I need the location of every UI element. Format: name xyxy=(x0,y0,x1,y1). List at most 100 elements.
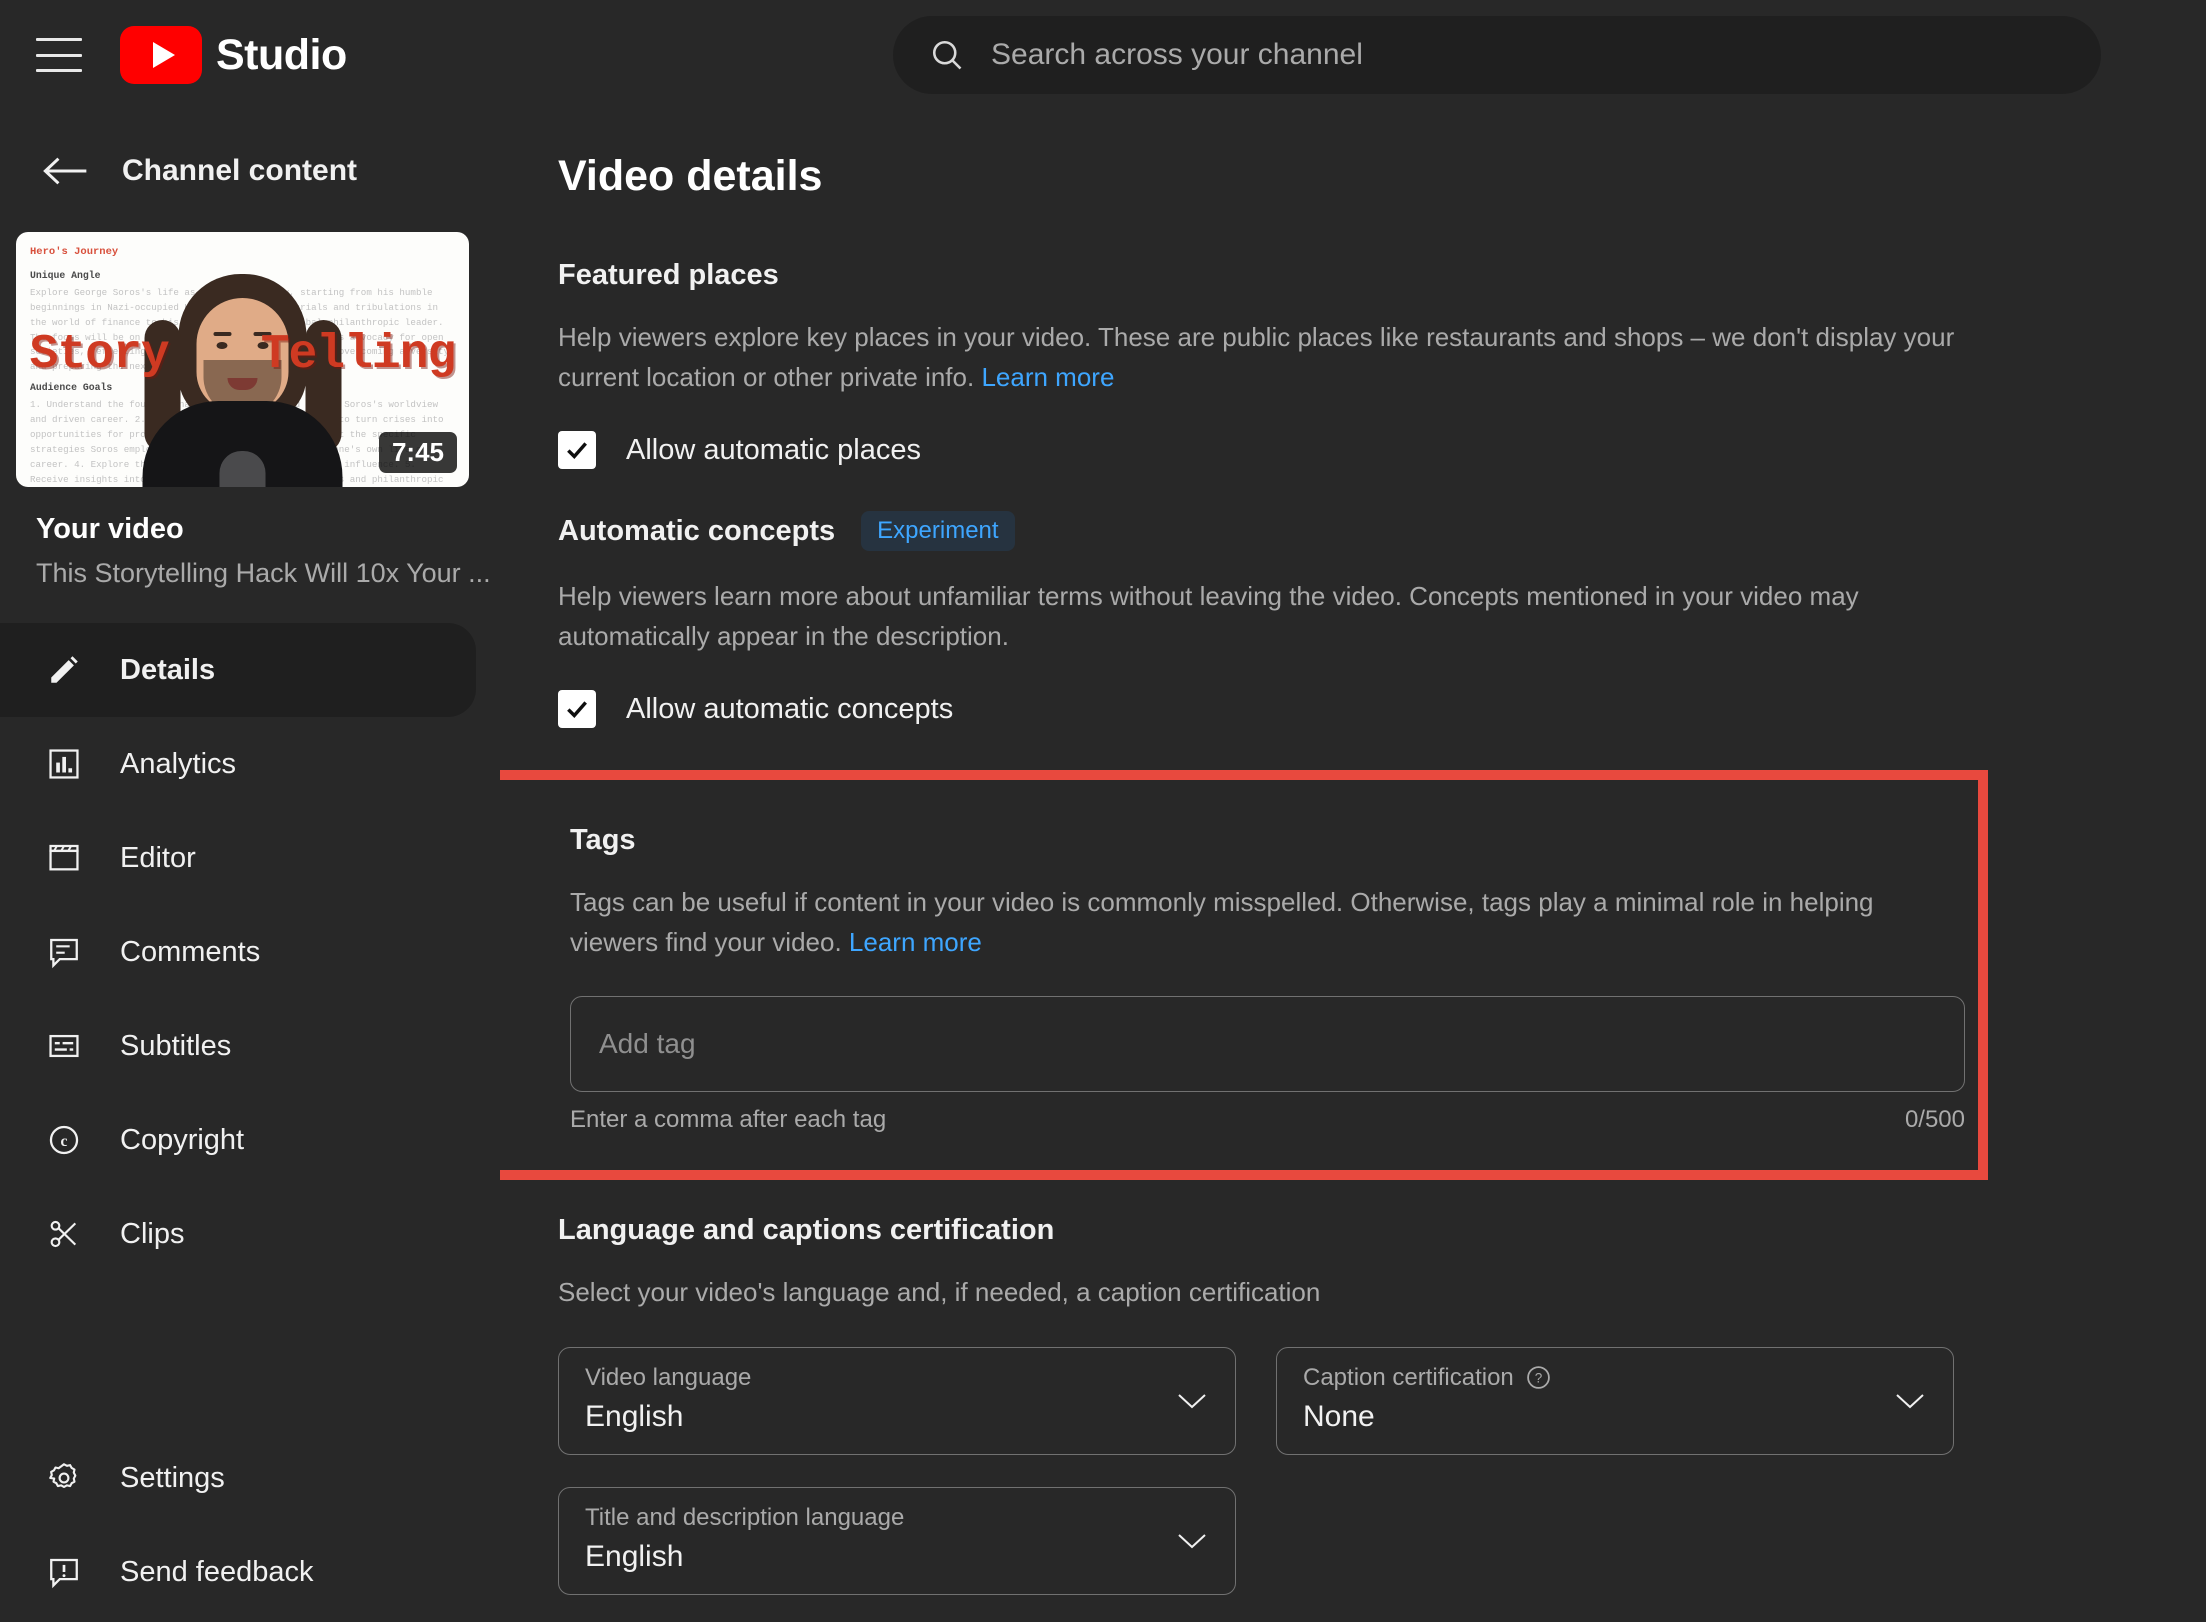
sidebar-item-details[interactable]: Details xyxy=(0,623,476,717)
search-icon xyxy=(932,40,962,70)
allow-automatic-places-checkbox-row[interactable]: Allow automatic places xyxy=(558,431,2146,470)
search-box[interactable]: Search across your channel xyxy=(893,16,2101,94)
copyright-icon: c xyxy=(42,1118,86,1162)
heading-text: Featured places xyxy=(558,259,779,291)
page-title: Video details xyxy=(558,152,823,200)
dropdown-value: English xyxy=(585,1539,684,1573)
sidebar-item-label: Copyright xyxy=(120,1123,245,1156)
featured-places-learn-more-link[interactable]: Learn more xyxy=(981,362,1114,392)
svg-text:c: c xyxy=(61,1133,68,1150)
video-meta: Your video This Storytelling Hack Will 1… xyxy=(0,487,500,589)
main-content: Video details Featured places Help viewe… xyxy=(500,110,2206,1622)
tags-heading: Tags xyxy=(570,824,1918,857)
tags-counter: 0/500 xyxy=(1904,1106,1965,1134)
sidebar-item-send-feedback[interactable]: Send feedback xyxy=(0,1525,476,1619)
allow-automatic-concepts-checkbox-row[interactable]: Allow automatic concepts xyxy=(558,690,2146,729)
section-tags: Tags Tags can be useful if content in yo… xyxy=(570,824,1978,1134)
description-text: Tags can be useful if content in your vi… xyxy=(570,887,1874,957)
tags-hint: Enter a comma after each tag xyxy=(570,1106,887,1134)
scissors-icon xyxy=(42,1212,86,1256)
youtube-play-icon xyxy=(120,26,202,84)
help-circle-icon[interactable]: ? xyxy=(1526,1365,1551,1390)
sidebar-bottom-nav: Settings Send feedback xyxy=(0,1431,500,1619)
heading-text: Language and captions certification xyxy=(558,1214,1055,1247)
sidebar-item-label: Editor xyxy=(120,841,196,874)
sidebar-item-label: Analytics xyxy=(120,747,237,780)
hamburger-icon[interactable] xyxy=(36,38,82,72)
sidebar-item-settings[interactable]: Settings xyxy=(0,1431,476,1525)
sidebar-item-label: Send feedback xyxy=(120,1555,314,1588)
svg-text:?: ? xyxy=(1535,1371,1543,1386)
title-description-language-row: Title and description language English xyxy=(558,1486,2146,1595)
section-language-captions: Language and captions certification Sele… xyxy=(558,1214,2146,1622)
title-description-language-dropdown[interactable]: Title and description language English xyxy=(558,1486,1236,1595)
clapperboard-icon xyxy=(42,836,86,880)
featured-places-heading: Featured places xyxy=(558,259,2146,292)
dropdown-value: None xyxy=(1303,1399,1375,1433)
search-input[interactable]: Search across your channel xyxy=(991,38,1363,72)
brand-name: Studio xyxy=(216,30,347,79)
chevron-down-icon xyxy=(1178,1393,1206,1408)
studio-logo[interactable]: Studio xyxy=(120,26,347,84)
sidebar-item-label: Comments xyxy=(120,935,261,968)
description-text: Help viewers explore key places in your … xyxy=(558,322,1955,392)
add-tag-input[interactable] xyxy=(570,996,1965,1093)
thumb-title-left: Story xyxy=(29,328,170,382)
sidebar-item-comments[interactable]: Comments xyxy=(0,905,476,999)
checkbox-checked-icon[interactable] xyxy=(558,690,596,729)
your-video-label: Your video xyxy=(36,513,184,545)
section-featured-places: Featured places Help viewers explore key… xyxy=(558,259,2146,470)
language-dropdown-row: Video language English Caption certifica… xyxy=(558,1346,2146,1455)
automatic-concepts-heading: Automatic concepts Experiment xyxy=(558,511,2146,552)
sidebar-item-clips[interactable]: Clips xyxy=(0,1187,476,1281)
sidebar-item-label: Details xyxy=(120,653,216,686)
checkbox-label: Allow automatic concepts xyxy=(626,692,954,725)
sidebar: Channel content Hero's Journey Unique An… xyxy=(0,110,500,1622)
sidebar-item-analytics[interactable]: Analytics xyxy=(0,717,476,811)
automatic-concepts-description: Help viewers learn more about unfamiliar… xyxy=(558,581,1859,651)
checkbox-checked-icon[interactable] xyxy=(558,431,596,470)
thumb-title-right: Telling xyxy=(260,328,457,382)
tags-section-highlight: Tags Tags can be useful if content in yo… xyxy=(500,770,1988,1181)
body: Channel content Hero's Journey Unique An… xyxy=(0,110,2206,1622)
featured-places-description: Help viewers explore key places in your … xyxy=(558,318,1958,397)
channel-content-back[interactable]: Channel content xyxy=(0,128,500,214)
language-description: Select your video's language and, if nee… xyxy=(558,1277,1321,1308)
video-duration-badge: 7:45 xyxy=(378,432,457,473)
tags-description: Tags can be useful if content in your vi… xyxy=(570,883,1918,962)
video-language-dropdown[interactable]: Video language English xyxy=(558,1346,1236,1455)
caption-certification-dropdown[interactable]: Caption certification ? None xyxy=(1276,1346,1954,1455)
video-thumbnail[interactable]: Hero's Journey Unique Angle Explore Geor… xyxy=(16,232,469,487)
sidebar-nav: Details Analytics Editor Comments Subtit… xyxy=(0,623,500,1619)
sidebar-item-editor[interactable]: Editor xyxy=(0,811,476,905)
heading-text: Automatic concepts xyxy=(558,514,836,547)
gear-icon xyxy=(42,1456,86,1500)
tags-footer: Enter a comma after each tag 0/500 xyxy=(570,1106,1965,1134)
tags-learn-more-link[interactable]: Learn more xyxy=(849,927,982,957)
checkbox-label: Allow automatic places xyxy=(626,433,921,466)
dropdown-label: Title and description language xyxy=(585,1503,905,1531)
dropdown-label: Caption certification ? xyxy=(1303,1364,1927,1392)
sidebar-item-subtitles[interactable]: Subtitles xyxy=(0,999,476,1093)
language-heading: Language and captions certification xyxy=(558,1214,2146,1247)
subtitles-icon xyxy=(42,1024,86,1068)
main-inner: Video details Featured places Help viewe… xyxy=(500,152,2206,1622)
chevron-down-icon xyxy=(1896,1393,1924,1408)
top-bar: Studio Search across your channel xyxy=(0,0,2206,110)
sidebar-item-label: Subtitles xyxy=(120,1029,232,1062)
thumb-doc-heading: Hero's Journey xyxy=(30,246,119,258)
comment-icon xyxy=(42,930,86,974)
dropdown-value: English xyxy=(585,1399,684,1433)
bar-chart-icon xyxy=(42,742,86,786)
youtube-studio-window: Studio Search across your channel Channe… xyxy=(0,0,2206,1622)
sidebar-item-label: Clips xyxy=(120,1217,185,1250)
search-container: Search across your channel xyxy=(893,16,2101,94)
heading-text: Tags xyxy=(570,824,636,857)
section-automatic-concepts: Automatic concepts Experiment Help viewe… xyxy=(558,511,2146,729)
feedback-icon xyxy=(42,1550,86,1594)
sidebar-item-copyright[interactable]: c Copyright xyxy=(0,1093,476,1187)
sidebar-item-label: Settings xyxy=(120,1461,225,1494)
sidebar-header-title: Channel content xyxy=(122,154,358,187)
chevron-down-icon xyxy=(1178,1533,1206,1548)
label-text: Caption certification xyxy=(1303,1363,1514,1391)
